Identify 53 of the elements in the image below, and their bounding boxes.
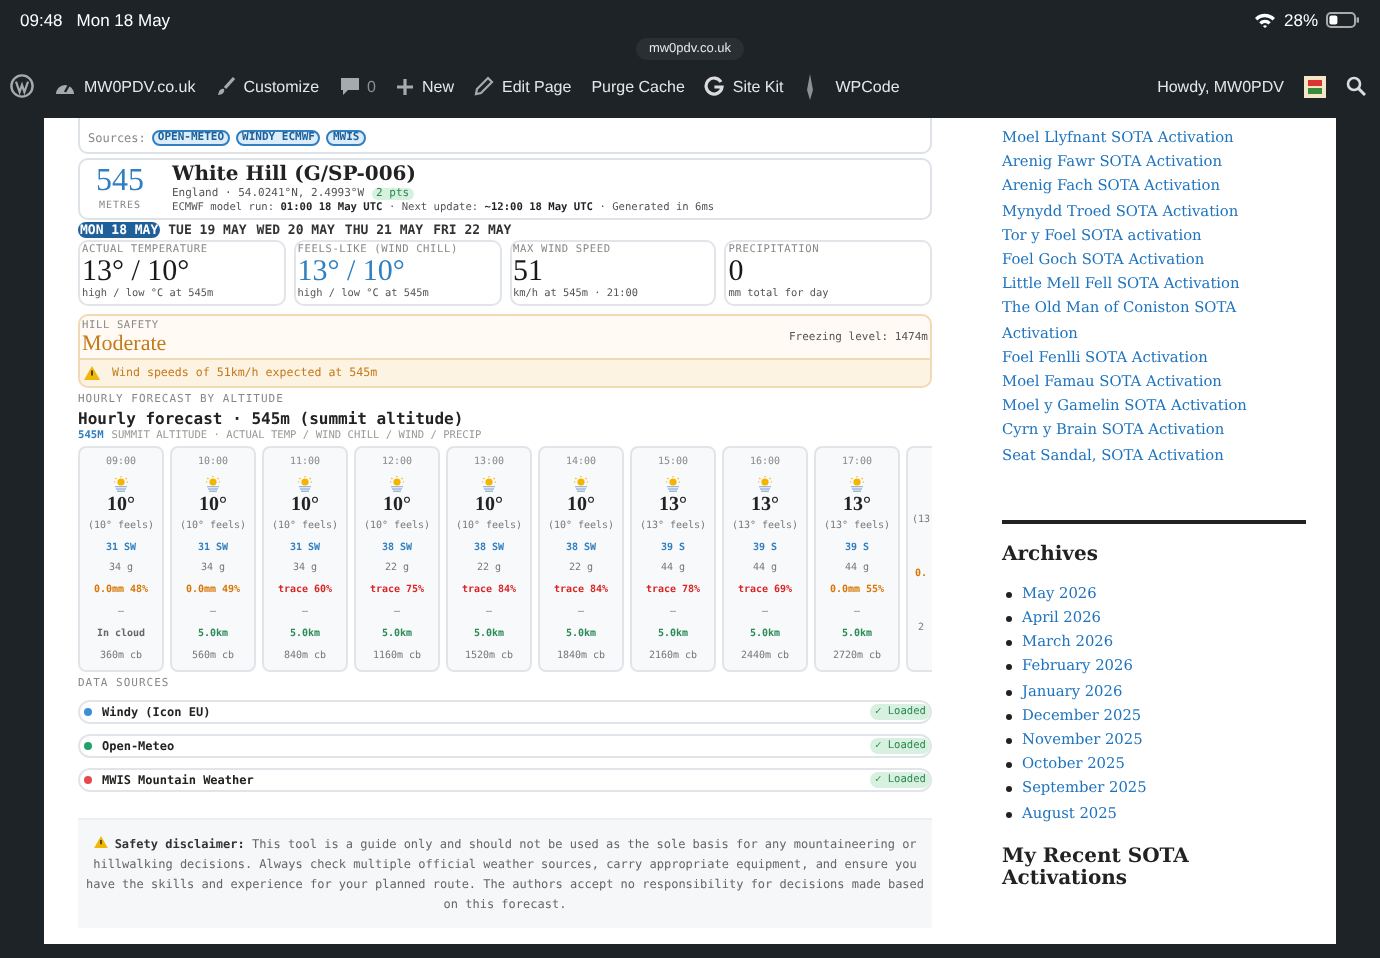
comment-icon [339,76,360,96]
stat-value: 0 [728,256,746,288]
admin-bar-item[interactable]: 0 [339,76,376,96]
stat-value: 51 [513,256,545,288]
date-text: Mon 18 May [76,10,171,30]
hour-temperature: 10° [291,493,319,516]
battery-icon [1326,12,1360,28]
warning-icon [93,836,108,849]
stat-value: 13° / 10° [297,256,407,288]
hour-temperature: 10° [199,493,227,516]
wifi-icon [1253,12,1276,28]
sun-cloud-icon [756,475,774,492]
warning-icon [84,366,100,380]
summit-title: White Hill (G/SP-006) [172,164,418,186]
pen-nib-icon[interactable] [803,73,816,99]
admin-bar-item[interactable]: Edit Page [474,76,572,96]
sun-cloud-icon [848,475,866,492]
sun-cloud-icon [388,475,406,492]
brush-icon [215,76,236,96]
clock-time: 09:48 [20,10,63,30]
wordpress-icon[interactable] [10,74,34,98]
hour-temperature: 10° [567,493,595,516]
safety-level: Moderate [82,332,167,356]
admin-bar-item[interactable]: Purge Cache [591,77,685,95]
sun-cloud-icon [112,475,130,492]
admin-bar-item[interactable]: WPCode [835,77,900,95]
stat-value: 13° / 10° [82,256,192,288]
admin-bar-item[interactable]: MW0PDV.co.uk [54,77,196,95]
widget-title: Archives [1002,543,1100,566]
sun-cloud-icon [572,475,590,492]
admin-bar-item[interactable]: Site Kit [704,76,784,96]
sun-cloud-icon [296,475,314,492]
plus-icon [395,77,414,95]
hourly-title: Hourly forecast · 545m (summit altitude) [78,410,466,428]
sun-cloud-icon [480,475,498,492]
sun-cloud-icon [204,475,222,492]
hour-temperature: 10° [383,493,411,516]
admin-bar-item[interactable]: Howdy, MW0PDV [1157,77,1284,95]
avatar-icon[interactable] [1304,75,1326,97]
hour-temperature: 13° [843,493,871,516]
pencil-icon [474,76,494,96]
hour-temperature: 10° [475,493,503,516]
battery-percent: 28% [1283,10,1318,30]
search-icon[interactable] [1346,76,1366,96]
g-icon [704,76,725,96]
sun-cloud-icon [664,475,682,492]
admin-bar-item[interactable]: New [395,77,454,95]
hour-temperature: 13° [659,493,687,516]
hour-temperature: 10° [107,493,135,516]
widget-title: My Recent SOTA Activations [1002,845,1191,890]
altitude-value: 545 [96,164,144,200]
hour-temperature: 13° [751,493,779,516]
admin-bar-item[interactable]: Customize [215,76,320,96]
